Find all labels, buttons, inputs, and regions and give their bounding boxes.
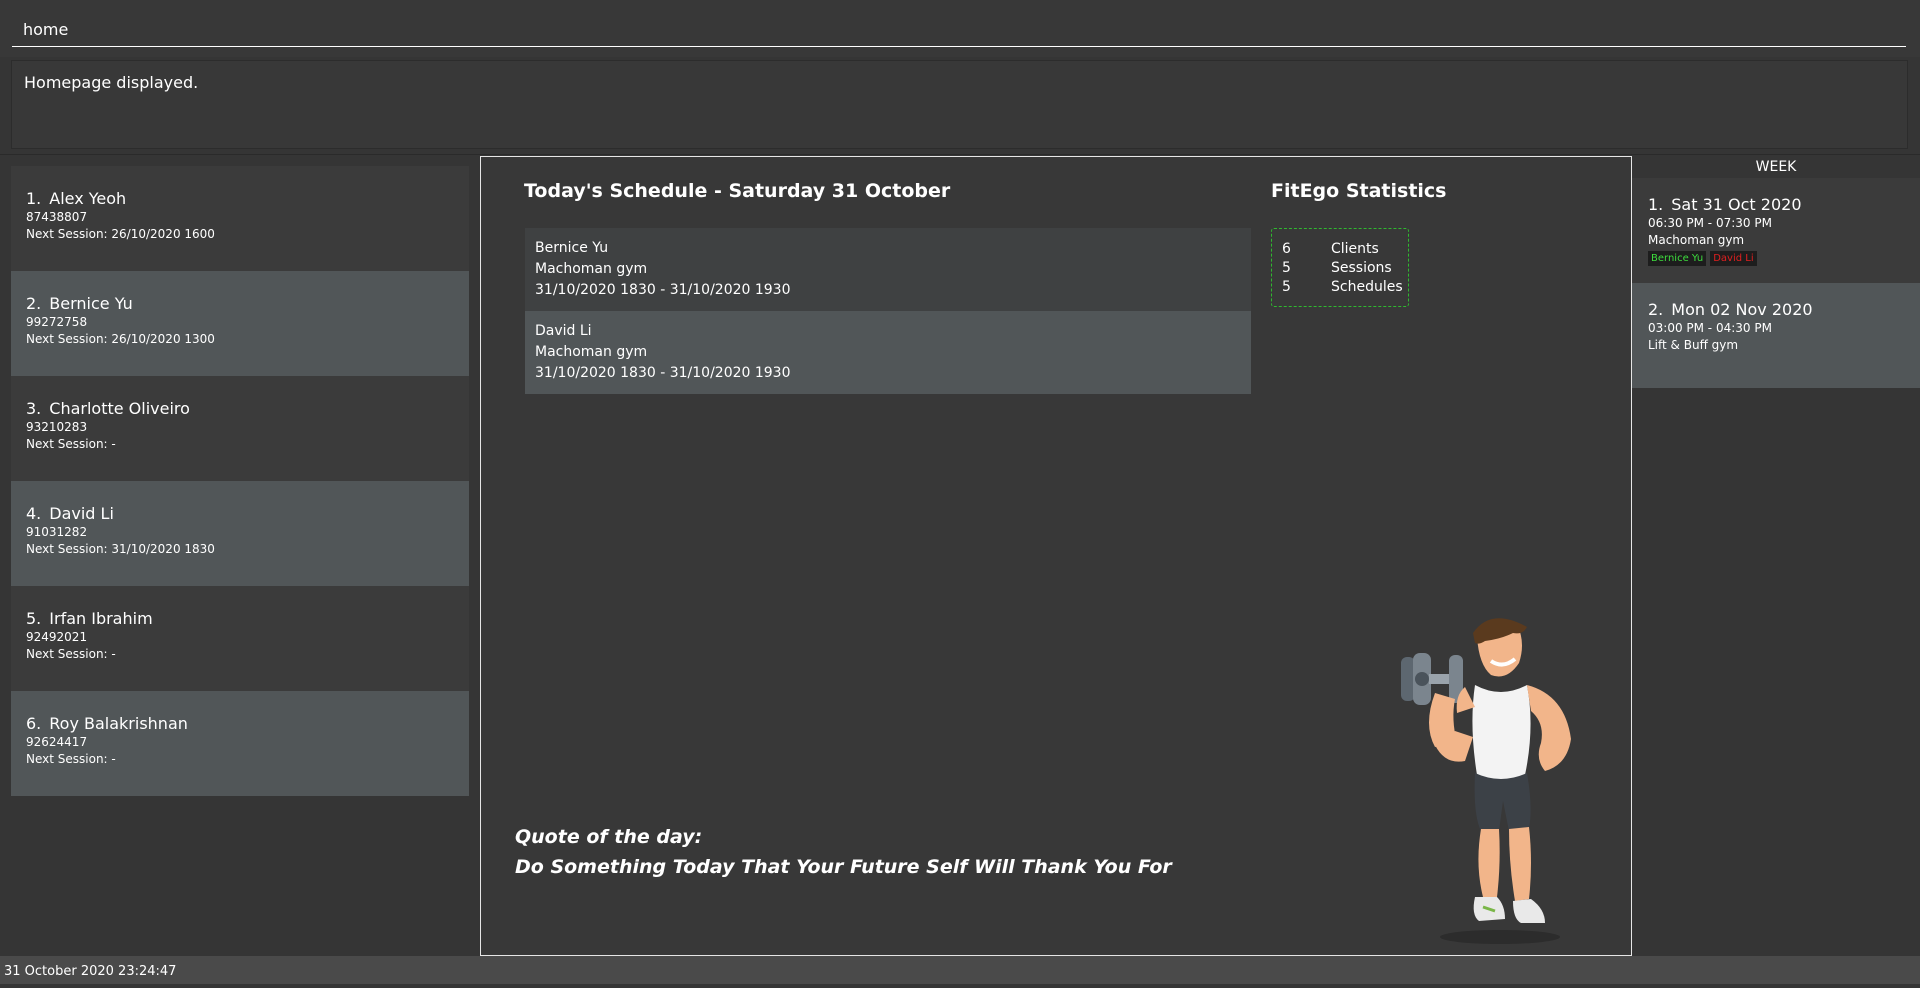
session-gym: Lift & Buff gym	[1648, 338, 1739, 352]
stat-value: 6	[1282, 241, 1291, 257]
client-phone: 87438807	[26, 210, 88, 224]
session-time: 03:00 PM - 04:30 PM	[1648, 321, 1772, 335]
stat-label: Clients	[1331, 241, 1379, 257]
client-card[interactable]: 1. Alex Yeoh 87438807 Next Session: 26/10…	[11, 166, 469, 271]
schedule-time: 31/10/2020 1830 - 31/10/2020 1930	[535, 282, 791, 298]
client-card[interactable]: 6. Roy Balakrishnan 92624417 Next Session…	[11, 691, 469, 796]
schedule-gym: Machoman gym	[535, 344, 648, 360]
week-session-card[interactable]: 2. Mon 02 Nov 2020 03:00 PM - 04:30 PM Li…	[1632, 283, 1920, 388]
client-name: David Li	[49, 504, 114, 523]
schedule-gym: Machoman gym	[535, 261, 648, 277]
session-date: Sat 31 Oct 2020	[1671, 195, 1802, 214]
week-header: WEEK	[1632, 156, 1920, 178]
client-card[interactable]: 2. Bernice Yu 99272758 Next Session: 26/1…	[11, 271, 469, 376]
stat-row-clients: 6 Clients	[1282, 240, 1408, 259]
stat-value: 5	[1282, 260, 1291, 276]
client-card[interactable]: 3. Charlotte Oliveiro 93210283 Next Sessi…	[11, 376, 469, 481]
client-name: Charlotte Oliveiro	[49, 399, 190, 418]
stat-value: 5	[1282, 279, 1291, 295]
client-tag: Bernice Yu	[1648, 251, 1707, 266]
divider	[0, 154, 1920, 155]
client-phone: 91031282	[26, 525, 88, 539]
client-phone: 92624417	[26, 735, 88, 749]
session-index: 2.	[1648, 300, 1664, 319]
client-phone: 92492021	[26, 630, 88, 644]
week-session-card[interactable]: 1. Sat 31 Oct 2020 06:30 PM - 07:30 PM Ma…	[1632, 178, 1920, 283]
client-next-session: Next Session: 26/10/2020 1300	[26, 332, 215, 346]
client-index: 2.	[26, 294, 42, 313]
client-name: Bernice Yu	[49, 294, 133, 313]
client-next-session: Next Session: -	[26, 437, 116, 451]
result-display: Homepage displayed.	[11, 60, 1908, 149]
client-next-session: Next Session: -	[26, 647, 116, 661]
client-index: 5.	[26, 609, 42, 628]
client-index: 3.	[26, 399, 42, 418]
stat-label: Sessions	[1331, 260, 1392, 276]
stat-row-sessions: 5 Sessions	[1282, 259, 1408, 278]
client-card[interactable]: 4. David Li 91031282 Next Session: 31/10/…	[11, 481, 469, 586]
session-gym: Machoman gym	[1648, 233, 1745, 247]
schedule-time: 31/10/2020 1830 - 31/10/2020 1930	[535, 365, 791, 381]
result-text: Homepage displayed.	[24, 73, 199, 92]
quote-label: Quote of the day:	[515, 826, 703, 848]
schedule-title: Today's Schedule - Saturday 31 October	[524, 180, 951, 202]
client-next-session: Next Session: 26/10/2020 1600	[26, 227, 215, 241]
session-time: 06:30 PM - 07:30 PM	[1648, 216, 1772, 230]
stat-row-schedules: 5 Schedules	[1282, 278, 1408, 297]
client-index: 1.	[26, 189, 42, 208]
session-tags: Bernice Yu David Li	[1648, 251, 1905, 266]
client-phone: 99272758	[26, 315, 88, 329]
client-next-session: Next Session: 31/10/2020 1830	[26, 542, 215, 556]
schedule-card[interactable]: Bernice Yu Machoman gym 31/10/2020 1830 …	[525, 228, 1251, 311]
status-bar: 31 October 2020 23:24:47	[0, 956, 1920, 984]
client-next-session: Next Session: -	[26, 752, 116, 766]
client-name: Irfan Ibrahim	[49, 609, 153, 628]
quote-text: Do Something Today That Your Future Self…	[515, 856, 1172, 878]
schedule-client: Bernice Yu	[535, 240, 609, 256]
status-datetime: 31 October 2020 23:24:47	[4, 964, 177, 979]
client-card[interactable]: 5. Irfan Ibrahim 92492021 Next Session: -	[11, 586, 469, 691]
client-name: Alex Yeoh	[49, 189, 127, 208]
client-tag: David Li	[1710, 251, 1757, 266]
bodybuilder-illustration	[1401, 618, 1571, 944]
command-input[interactable]	[12, 13, 1906, 47]
client-index: 6.	[26, 714, 42, 733]
client-index: 4.	[26, 504, 42, 523]
session-date: Mon 02 Nov 2020	[1671, 300, 1813, 319]
schedule-client: David Li	[535, 323, 592, 339]
client-name: Roy Balakrishnan	[49, 714, 188, 733]
client-phone: 93210283	[26, 420, 88, 434]
statistics-box: 6 Clients 5 Sessions 5 Schedules	[1271, 228, 1409, 307]
schedule-card[interactable]: David Li Machoman gym 31/10/2020 1830 - …	[525, 311, 1251, 394]
session-index: 1.	[1648, 195, 1664, 214]
stat-label: Schedules	[1331, 279, 1403, 295]
statistics-title: FitEgo Statistics	[1271, 180, 1447, 202]
